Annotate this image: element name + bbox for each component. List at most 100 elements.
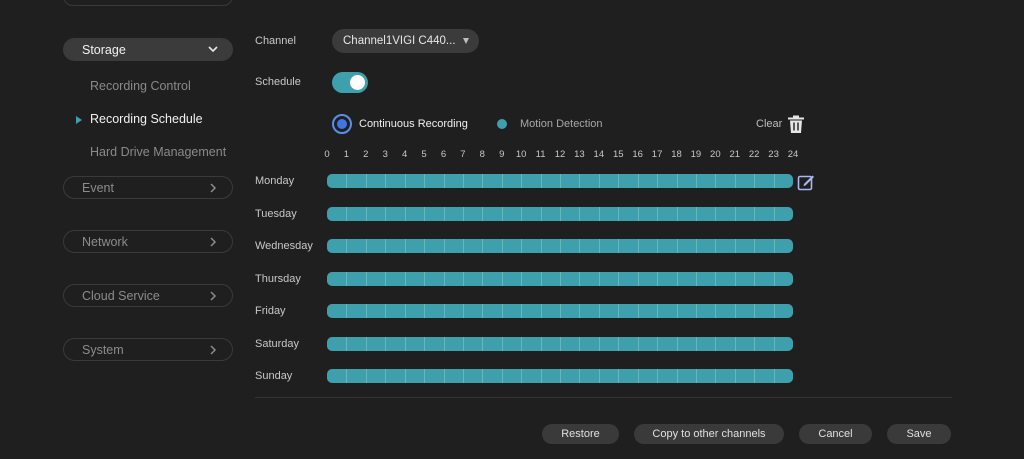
hour-tick — [734, 304, 736, 318]
hour-tick — [773, 304, 775, 318]
hour-tick — [773, 207, 775, 221]
hour-tick — [443, 272, 445, 286]
continuous-recording-label[interactable]: Continuous Recording — [359, 118, 468, 130]
hour-tick — [424, 272, 426, 286]
edit-icon[interactable] — [797, 173, 815, 191]
sidebar-section-event[interactable]: Event — [63, 176, 233, 199]
hour-tick — [346, 304, 348, 318]
save-button[interactable]: Save — [887, 424, 951, 444]
hour-label: 5 — [421, 149, 427, 160]
hour-tick — [385, 239, 387, 253]
channel-value: Channel1VIGI C440... — [343, 35, 456, 47]
hour-tick — [598, 369, 600, 383]
schedule-toggle[interactable] — [332, 72, 368, 93]
hour-tick — [560, 174, 561, 188]
hour-tick — [521, 174, 523, 188]
hour-tick — [618, 174, 620, 188]
hour-tick — [482, 304, 484, 318]
hour-tick — [424, 337, 426, 351]
sidebar-section-network[interactable]: Network — [63, 230, 233, 253]
sidebar-section-label: System — [82, 342, 124, 357]
hour-tick — [443, 337, 445, 351]
day-schedule-bar[interactable] — [327, 239, 793, 253]
sidebar-section-system[interactable]: System — [63, 338, 233, 361]
hour-tick — [637, 272, 639, 286]
hour-tick — [637, 239, 639, 253]
schedule-label: Schedule — [255, 76, 301, 88]
hour-label: 10 — [515, 149, 527, 160]
hour-tick — [482, 337, 484, 351]
hour-tick — [676, 174, 678, 188]
hour-tick — [618, 239, 620, 253]
hour-tick — [657, 369, 659, 383]
hour-tick — [540, 207, 542, 221]
hour-label: 13 — [574, 149, 585, 160]
day-schedule-bar[interactable] — [327, 337, 793, 351]
copy-to-channels-button[interactable]: Copy to other channels — [634, 424, 784, 444]
hour-tick — [365, 207, 367, 221]
hour-tick — [773, 239, 775, 253]
day-schedule-bar[interactable] — [327, 304, 793, 318]
day-schedule-bar[interactable] — [327, 174, 793, 188]
hour-label: 15 — [612, 149, 624, 160]
hour-tick — [404, 337, 406, 351]
motion-detection-radio[interactable] — [497, 119, 507, 129]
day-label: Wednesday — [255, 240, 313, 252]
hour-tick — [424, 369, 426, 383]
radio-dot — [337, 119, 347, 129]
day-label: Sunday — [255, 370, 293, 382]
hour-tick — [540, 369, 542, 383]
hour-tick — [482, 207, 484, 221]
day-schedule-bar[interactable] — [327, 207, 793, 221]
restore-button[interactable]: Restore — [542, 424, 619, 444]
hour-tick — [521, 369, 523, 383]
hour-tick — [657, 272, 659, 286]
hour-tick — [462, 174, 464, 188]
hour-tick — [773, 369, 775, 383]
hour-tick — [715, 207, 717, 221]
hour-label: 7 — [460, 149, 466, 160]
day-label: Tuesday — [255, 208, 297, 220]
sidebar-section-storage[interactable]: Storage — [63, 38, 233, 61]
hour-tick — [715, 174, 717, 188]
cancel-button[interactable]: Cancel — [799, 424, 872, 444]
hour-tick — [715, 369, 717, 383]
hour-label: 16 — [632, 149, 643, 160]
hour-tick — [637, 337, 639, 351]
hour-tick — [734, 337, 736, 351]
hour-tick — [385, 304, 387, 318]
hour-tick — [404, 174, 406, 188]
hour-tick — [734, 174, 736, 188]
hour-tick — [540, 337, 542, 351]
day-schedule-bar[interactable] — [327, 272, 793, 286]
hour-tick — [385, 337, 387, 351]
hour-label: 14 — [593, 149, 605, 160]
motion-detection-label[interactable]: Motion Detection — [520, 118, 603, 130]
hour-tick — [404, 207, 406, 221]
hour-tick — [598, 304, 600, 318]
hour-tick — [637, 369, 639, 383]
channel-select[interactable]: Channel1VIGI C440... — [332, 29, 479, 53]
chevron-right-icon — [208, 236, 218, 247]
hour-tick — [754, 337, 756, 351]
trash-icon[interactable] — [787, 115, 805, 134]
caret-down-icon — [463, 38, 469, 44]
hour-label: 3 — [382, 149, 388, 160]
continuous-recording-radio[interactable] — [332, 114, 352, 134]
sidebar-item-recording-schedule[interactable]: Recording Schedule — [90, 112, 203, 126]
hour-tick — [657, 304, 659, 318]
sidebar-item-recording-control[interactable]: Recording Control — [90, 79, 191, 93]
day-schedule-bar[interactable] — [327, 369, 793, 383]
hour-tick — [404, 369, 406, 383]
hour-tick — [715, 304, 717, 318]
hour-tick — [521, 239, 523, 253]
hour-tick — [676, 337, 678, 351]
hour-tick — [579, 174, 581, 188]
hour-tick — [754, 174, 756, 188]
sidebar-section-partial[interactable] — [63, 0, 233, 6]
sidebar-section-cloud-service[interactable]: Cloud Service — [63, 284, 233, 307]
hour-tick — [346, 337, 348, 351]
sidebar-section-label: Event — [82, 180, 114, 195]
clear-label[interactable]: Clear — [756, 118, 782, 130]
sidebar-item-hard-drive-management[interactable]: Hard Drive Management — [90, 145, 226, 159]
